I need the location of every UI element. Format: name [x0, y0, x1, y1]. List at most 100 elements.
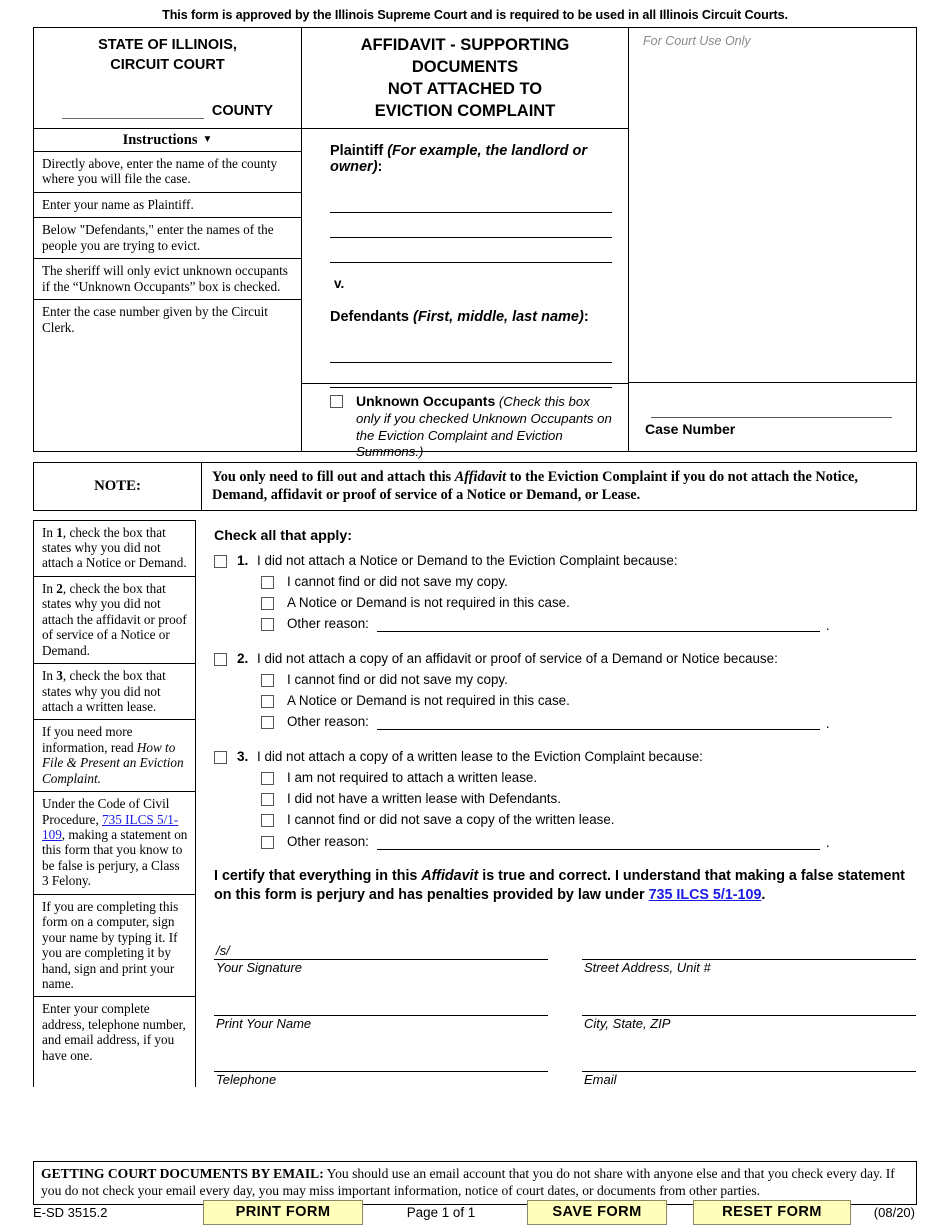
checklist-item-checkbox[interactable] [214, 554, 227, 568]
instruction-item: Enter your complete address, telephone n… [42, 1001, 186, 1063]
checklist-item-checkbox[interactable] [214, 652, 227, 666]
checklist-option: A Notice or Demand is not required in th… [261, 595, 917, 611]
unknown-occupants-checkbox[interactable] [330, 395, 343, 408]
checklist-option-checkbox[interactable] [261, 835, 274, 849]
plaintiff-input-2[interactable] [330, 213, 612, 238]
page-number: Page 1 of 1 [406, 1204, 476, 1220]
print-form-button[interactable]: PRINT FORM [203, 1199, 363, 1225]
instruction-item: In 2, check the box that states why you … [34, 577, 195, 665]
plaintiff-heading: Plaintiff (For example, the landlord or … [330, 143, 588, 175]
reset-form-button[interactable]: RESET FORM [693, 1199, 851, 1225]
court-use-area: For Court Use Only [629, 28, 916, 383]
checklist-option-checkbox[interactable] [261, 617, 274, 631]
checklist-option-checkbox[interactable] [261, 673, 274, 687]
unknown-occupants-row: Unknown Occupants (Check this box only i… [302, 383, 628, 459]
circuit-court-label: CIRCUIT COURT [110, 56, 225, 73]
checklist-option-label: I am not required to attach a written le… [287, 770, 538, 786]
caption-middle-column: AFFIDAVIT - SUPPORTING DOCUMENTS NOT ATT… [302, 28, 629, 459]
case-number-input[interactable] [651, 405, 892, 418]
city-state-zip-label: City, State, ZIP [584, 1015, 671, 1031]
plaintiff-input-3[interactable] [330, 238, 612, 263]
signature-label: Your Signature [216, 959, 303, 975]
save-form-button[interactable]: SAVE FORM [527, 1199, 667, 1225]
checklist-option-checkbox[interactable] [261, 575, 274, 589]
signature-input[interactable]: /s/ [216, 943, 230, 958]
instructions-list-bottom: In 1, check the box that states why you … [33, 519, 196, 1087]
instruction-item: Directly above, enter the name of the co… [34, 152, 301, 193]
checklist-option: Other reason:. [261, 714, 917, 730]
checklist-group-gap [214, 730, 917, 749]
email-notice-heading: GETTING COURT DOCUMENTS BY EMAIL: [41, 1166, 324, 1181]
checklist-heading: Check all that apply: [214, 527, 352, 544]
certification-part-3: . [761, 886, 766, 903]
note-text: You only need to fill out and attach thi… [202, 463, 916, 510]
instruction-item: Under the Code of Civil Procedure, 735 I… [34, 792, 195, 895]
checklist-option: I did not have a written lease with Defe… [261, 791, 917, 807]
checklist-option-checkbox[interactable] [261, 772, 274, 786]
checklist-option-checkbox[interactable] [261, 695, 274, 709]
form-title-line-2: DOCUMENTS [411, 57, 519, 76]
other-reason-input[interactable] [376, 835, 820, 850]
checklist-item-checkbox[interactable] [214, 751, 227, 765]
instruction-item: In 3, check the box that states why you … [34, 664, 195, 721]
other-reason-period: . [825, 617, 830, 633]
instruction-item: In 1, check the box that states why you … [34, 521, 195, 577]
telephone-label: Telephone [216, 1071, 277, 1087]
instructions-list-top: Directly above, enter the name of the co… [34, 152, 301, 340]
defendants-label: Defendants [330, 309, 409, 325]
checklist-option-label: I cannot find or did not save a copy of … [287, 812, 615, 828]
defendant-input-2[interactable] [330, 363, 612, 388]
form-title-line-3: NOT ATTACHED TO [387, 80, 543, 98]
checklist-option-checkbox[interactable] [261, 814, 274, 828]
caption-table: STATE OF ILLINOIS, CIRCUIT COURT COUNTY … [33, 27, 917, 459]
checklist-option-checkbox[interactable] [261, 716, 274, 730]
caption-left-column: STATE OF ILLINOIS, CIRCUIT COURT COUNTY … [34, 28, 302, 451]
ilcs-link-certification[interactable]: 735 ILCS 5/1-109 [649, 887, 762, 903]
county-input[interactable] [61, 102, 204, 120]
checklist-option-label: Other reason: [287, 615, 369, 631]
checklist-item-text: I did not attach a copy of an affidavit … [257, 650, 778, 666]
state-of-illinois-label: STATE OF ILLINOIS, [98, 37, 237, 53]
other-reason-period: . [825, 835, 830, 851]
certification-italic: Affidavit [421, 867, 479, 884]
instruction-item: Below "Defendants," enter the names of t… [34, 218, 301, 260]
checklist-option-checkbox[interactable] [261, 596, 274, 610]
footer-bar: E-SD 3515.2 PRINT FORM Page 1 of 1 SAVE … [33, 1199, 917, 1225]
court-use-label: For Court Use Only [643, 34, 751, 48]
revision-date: (08/20) [873, 1204, 915, 1220]
plaintiff-label: Plaintiff [330, 143, 384, 159]
form-title-line-4: EVICTION COMPLAINT [374, 102, 556, 121]
checklist-option: I cannot find or did not save a copy of … [261, 812, 917, 828]
chevron-down-icon: ▼ [202, 133, 213, 145]
other-reason-input[interactable] [376, 715, 820, 731]
email-rule [582, 1070, 916, 1072]
signature-column-left: /s/ Your Signature Print Your Name Telep… [214, 919, 548, 1087]
checklist-item-text: I did not attach a copy of a written lea… [257, 749, 703, 765]
email-field: Email [582, 1031, 916, 1087]
instructions-header[interactable]: Instructions ▼ [34, 129, 301, 152]
other-reason-row: Other reason:. [274, 714, 917, 730]
checklist-option-label: Other reason: [287, 714, 369, 730]
checklist-area: Check all that apply: 1. I did not attach… [196, 520, 917, 1087]
city-state-zip-field: City, State, ZIP [582, 975, 916, 1031]
note-text-part1: You only need to fill out and attach thi… [212, 469, 455, 485]
case-number-cell: Case Number [629, 383, 916, 451]
case-number-label: Case Number [645, 421, 736, 437]
instruction-item: If you are completing this form on a com… [34, 895, 195, 998]
defendant-input-1[interactable] [330, 338, 612, 363]
caption-right-column: For Court Use Only Case Number [629, 28, 916, 451]
plaintiff-input-1[interactable] [330, 188, 612, 213]
note-text-italic: Affidavit [454, 469, 507, 485]
county-row: COUNTY [46, 102, 289, 120]
instruction-item: The sheriff will only evict unknown occu… [34, 259, 301, 301]
other-reason-input[interactable] [376, 617, 820, 632]
email-notice-box: GETTING COURT DOCUMENTS BY EMAIL: You sh… [33, 1161, 917, 1205]
checklist-item-number: 3. [237, 749, 249, 765]
checklist-option-checkbox[interactable] [261, 793, 274, 807]
versus-label: v. [334, 276, 345, 291]
street-address-field: Street Address, Unit # [582, 919, 916, 975]
checklist-option: Other reason:. [261, 834, 917, 850]
checklist-option: I cannot find or did not save my copy. [261, 574, 917, 590]
form-title-line-1: AFFIDAVIT - SUPPORTING [360, 35, 570, 54]
checklist-option-label: I cannot find or did not save my copy. [287, 671, 508, 687]
